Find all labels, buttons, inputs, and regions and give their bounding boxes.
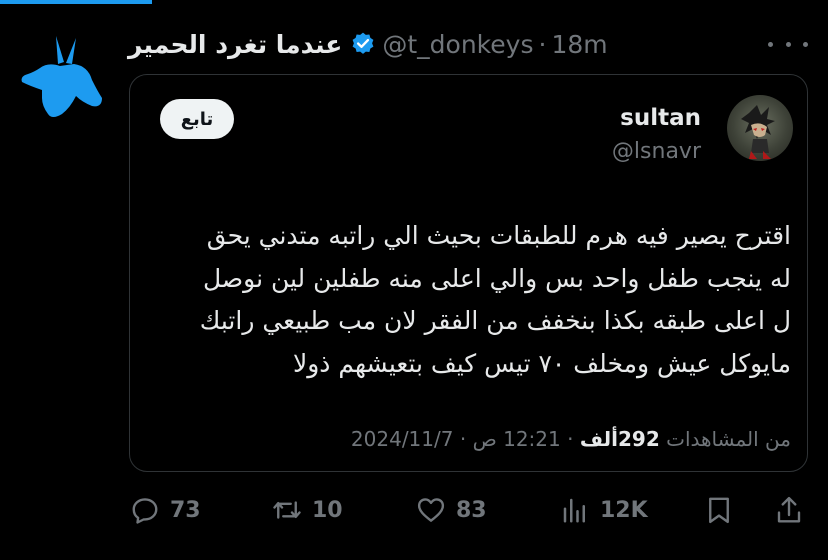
views-button[interactable]: 12K — [560, 490, 648, 530]
separator-dot: · — [538, 29, 547, 59]
views-label: من المشاهدات — [666, 427, 791, 451]
verified-badge-icon — [352, 32, 374, 54]
tweet-text-line: له ينجب طفل واحد بس والي اعلى منه طفلين … — [203, 263, 791, 293]
heart-icon — [417, 498, 445, 522]
handle[interactable]: @t_donkeys — [382, 30, 533, 59]
reply-count: 73 — [170, 497, 201, 523]
views-count-action: 12K — [600, 497, 648, 523]
bookmark-button[interactable] — [704, 490, 744, 530]
bookmark-icon — [709, 497, 729, 524]
avatar-image-icon — [741, 105, 775, 159]
post-time[interactable]: 12:21 ص — [473, 427, 561, 451]
repost-icon — [273, 501, 301, 519]
tweet-text-line: مايوكل عيش ومخلف ٧٠ تيس كيف بتعيشهم ذولا — [292, 348, 791, 378]
follow-button[interactable]: تابع — [160, 99, 234, 139]
views-bar-chart-icon — [563, 498, 585, 523]
tweet-text-line: ل اعلى طبقه بكذا بنخفف من الفقر لان مب ط… — [199, 306, 791, 335]
share-button[interactable] — [774, 490, 814, 530]
action-bar: 73 10 83 12K — [0, 490, 828, 530]
repost-button[interactable]: 10 — [272, 490, 343, 530]
more-options-icon[interactable] — [768, 32, 808, 56]
quoted-handle[interactable]: @lsnavr — [612, 139, 701, 164]
tweet-header: عندما تغرد الحمير @t_donkeys · 18m — [128, 22, 808, 66]
quoted-tweet-text: اقترح يصير فيه هرم للطبقات بحيث الي راتب… — [141, 215, 791, 385]
quoted-tweet-card[interactable]: تابع sultan @lsnavr اقترح يصير فيه هرم ل… — [129, 74, 808, 472]
repost-count: 10 — [312, 497, 343, 523]
post-date[interactable]: 2024/11/7 — [351, 427, 454, 451]
like-count: 83 — [456, 497, 487, 523]
donkey-avatar-icon[interactable] — [18, 32, 104, 124]
quoted-display-name[interactable]: sultan — [620, 105, 701, 131]
reply-button[interactable]: 73 — [130, 490, 201, 530]
share-icon — [777, 496, 801, 523]
quoted-avatar[interactable] — [727, 95, 793, 161]
reply-icon — [132, 498, 158, 524]
like-button[interactable]: 83 — [416, 490, 487, 530]
views-count[interactable]: 292ألف — [580, 427, 660, 451]
quoted-tweet-meta: من المشاهدات 292ألف · 12:21 ص · 2024/11/… — [350, 427, 791, 451]
top-accent-bar — [0, 0, 152, 4]
timestamp[interactable]: 18m — [551, 30, 607, 59]
tweet-text-line: اقترح يصير فيه هرم للطبقات بحيث الي راتب… — [206, 221, 791, 250]
display-name[interactable]: عندما تغرد الحمير — [128, 30, 342, 59]
